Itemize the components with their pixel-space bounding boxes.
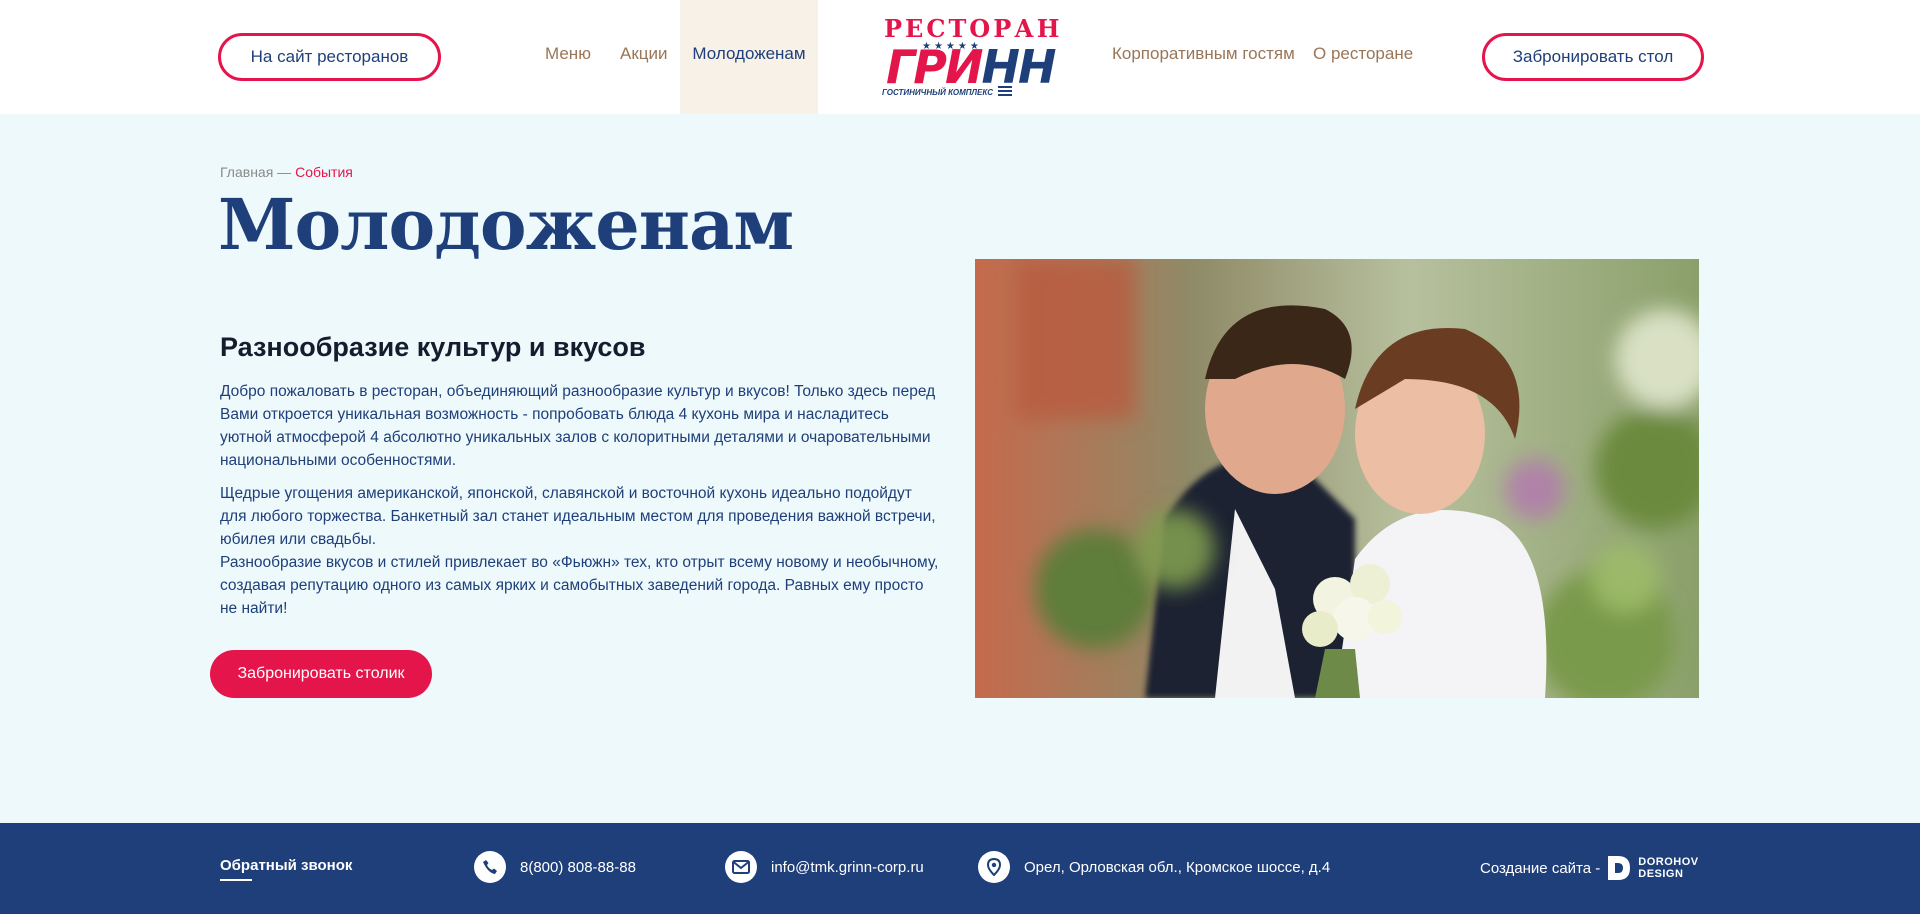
logo-main-blue: НН <box>981 40 1057 94</box>
footer-email[interactable]: info@tmk.grinn-corp.ru <box>725 851 924 883</box>
nav-item-about[interactable]: О ресторане <box>1313 0 1413 114</box>
logo-subtitle: ГОСТИНИЧНЫЙ КОМПЛЕКС <box>882 88 993 97</box>
dorohov-design-wordmark: DOROHOV DESIGN <box>1638 856 1698 880</box>
dorohov-word-2: DESIGN <box>1638 868 1684 880</box>
phone-icon <box>474 851 506 883</box>
footer-address: Орел, Орловская обл., Кромское шоссе, д.… <box>978 851 1330 883</box>
dorohov-design-logo[interactable]: DOROHOV DESIGN <box>1606 854 1698 882</box>
address-text: Орел, Орловская обл., Кромское шоссе, д.… <box>1024 858 1331 876</box>
callback-link[interactable]: Обратный звонок <box>220 857 352 874</box>
cuisine-paragraph: Щедрые угощения американской, японской, … <box>220 485 936 548</box>
book-table-header-button[interactable]: Забронировать стол <box>1482 33 1704 81</box>
wedding-couple-illustration <box>975 259 1699 698</box>
logo-top-text: РЕСТОРАН <box>884 14 1063 43</box>
site-footer: Обратный звонок 8(800) 808-88-88 info@tm… <box>0 823 1920 914</box>
phone-number[interactable]: 8(800) 808-88-88 <box>520 859 636 876</box>
restaurants-site-button[interactable]: На сайт ресторанов <box>218 33 441 81</box>
logo-lines-decor <box>998 86 1012 98</box>
email-address[interactable]: info@tmk.grinn-corp.ru <box>771 859 924 876</box>
wedding-couple-photo <box>975 259 1699 698</box>
site-header: На сайт ресторанов Меню Акции Молодожена… <box>0 0 1920 114</box>
footer-phone[interactable]: 8(800) 808-88-88 <box>474 851 636 883</box>
site-credit: Создание сайта - DOROHOV DESIGN <box>1480 854 1699 882</box>
email-icon <box>725 851 757 883</box>
intro-paragraph: Добро пожаловать в ресторан, объединяющи… <box>220 383 936 469</box>
location-pin-icon <box>978 851 1010 883</box>
breadcrumb-home[interactable]: Главная <box>220 164 273 180</box>
breadcrumb-current[interactable]: События <box>295 164 353 180</box>
dorohov-d-icon <box>1608 856 1631 880</box>
book-table-button[interactable]: Забронировать столик <box>210 650 432 698</box>
breadcrumb: Главная — События <box>220 164 353 180</box>
page-title: Молодоженам <box>218 183 794 266</box>
logo-stars: ★★★★★ <box>922 41 982 52</box>
dorohov-word-1: DOROHOV <box>1638 856 1699 868</box>
fusion-paragraph: Разнообразие вкусов и стилей привлекает … <box>220 554 939 617</box>
breadcrumb-separator: — <box>273 164 296 180</box>
callback-underline <box>220 879 252 881</box>
nav-item-corporate[interactable]: Корпоративным гостям <box>1112 0 1295 114</box>
nav-item-promotions[interactable]: Акции <box>620 0 668 114</box>
nav-item-newlyweds[interactable]: Молодоженам <box>680 0 818 114</box>
grinn-restaurant-logo[interactable]: РЕСТОРАН ГРИНН ★★★★★ ГОСТИНИЧНЫЙ КОМПЛЕК… <box>880 14 1063 102</box>
section-title: Разнообразие культур и вкусов <box>220 332 646 362</box>
credit-text: Создание сайта - <box>1480 859 1601 877</box>
nav-item-menu[interactable]: Меню <box>545 0 591 114</box>
